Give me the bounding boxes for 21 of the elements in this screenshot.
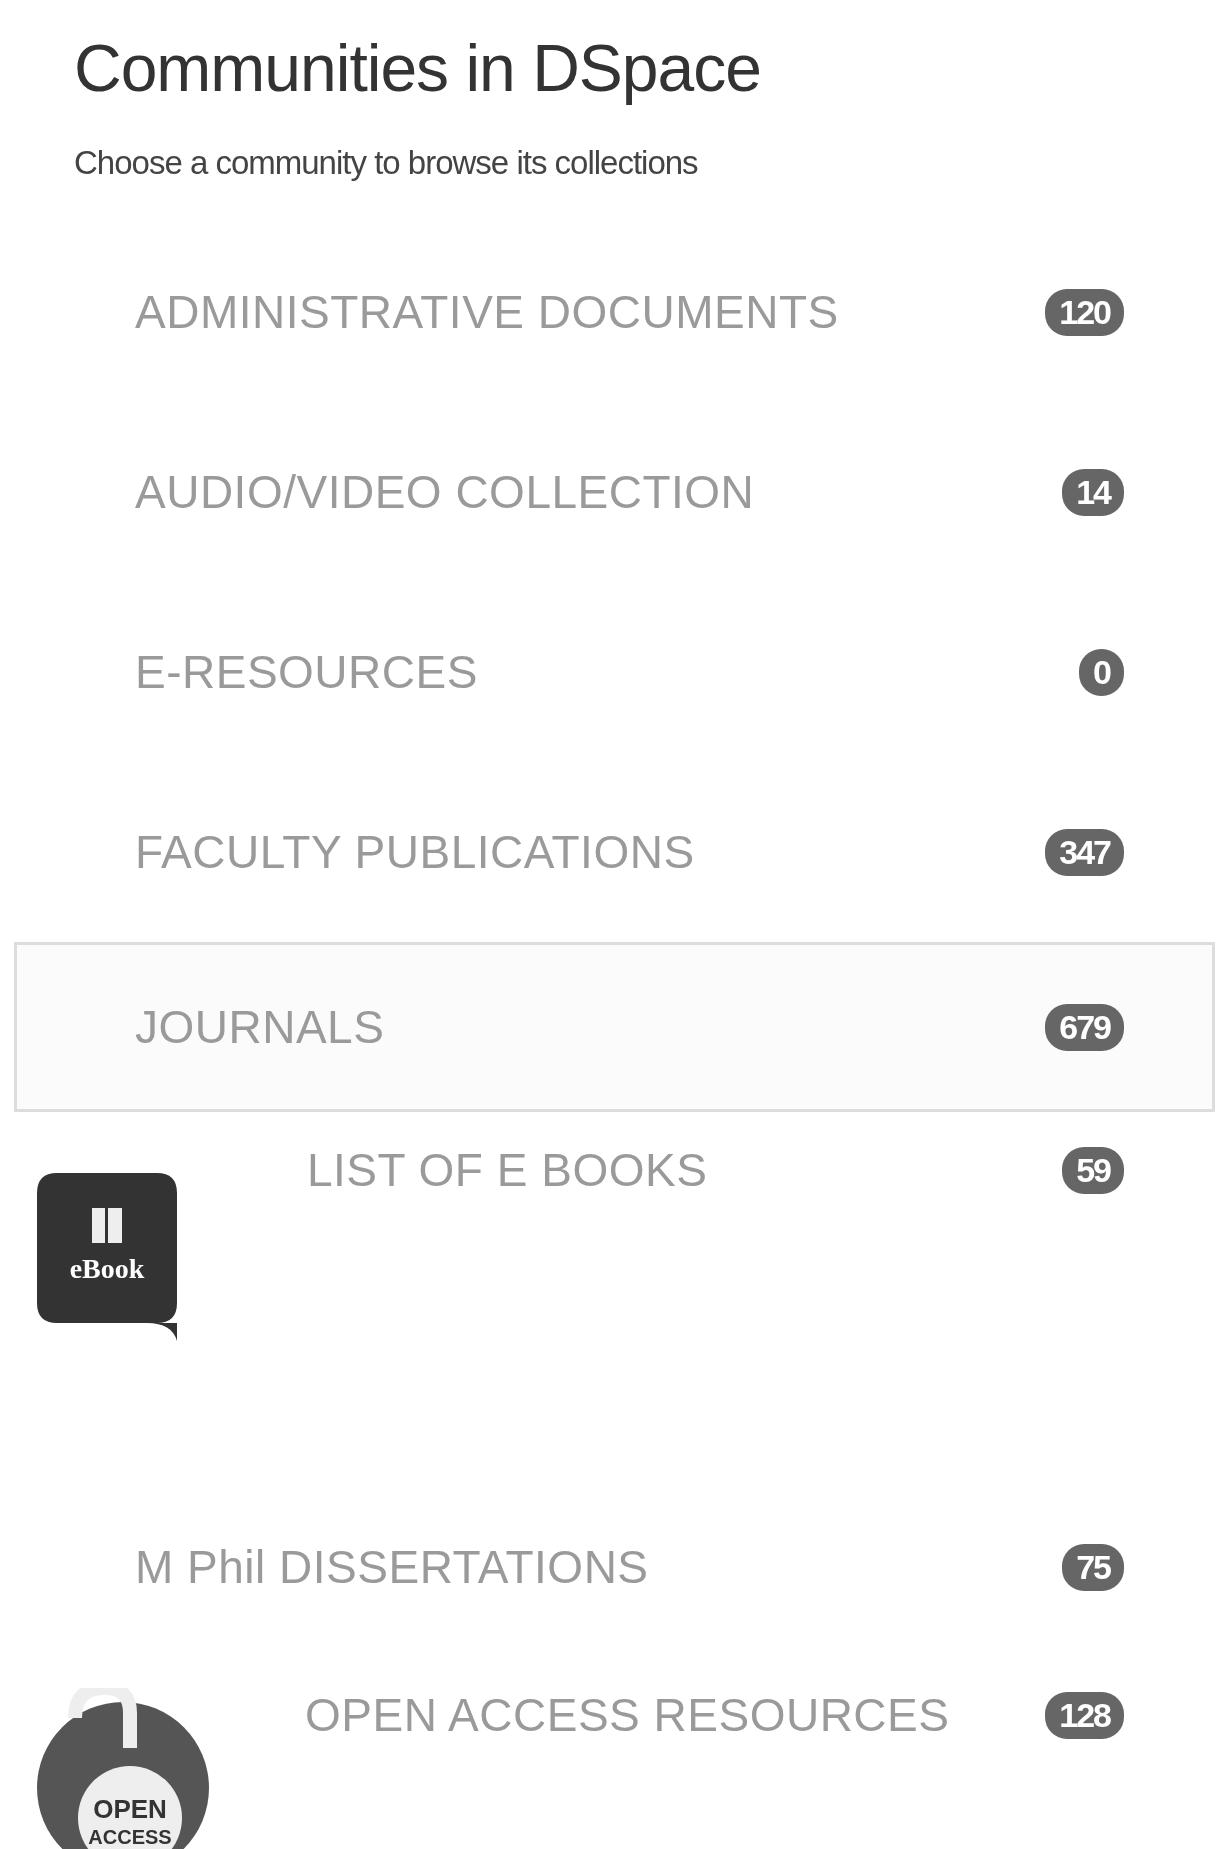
community-link[interactable]: FACULTY PUBLICATIONS xyxy=(135,825,695,879)
ebook-logo: eBook xyxy=(37,1173,177,1343)
community-link[interactable]: LIST OF E BOOKS xyxy=(307,1143,708,1197)
item-count: 75 xyxy=(1062,1543,1124,1591)
page-subtitle: Choose a community to browse its collections xyxy=(74,144,699,182)
community-link[interactable]: OPEN ACCESS RESOURCES xyxy=(305,1688,950,1742)
community-row[interactable]: JOURNALS 679 xyxy=(14,942,1215,1112)
community-link[interactable]: E-RESOURCES xyxy=(135,645,478,699)
item-count: 14 xyxy=(1062,468,1124,516)
community-link[interactable]: ADMINISTRATIVE DOCUMENTS xyxy=(135,285,839,339)
item-count: 0 xyxy=(1079,648,1124,696)
community-link[interactable]: JOURNALS xyxy=(135,1000,385,1054)
community-link[interactable]: M Phil DISSERTATIONS xyxy=(135,1540,649,1594)
community-link[interactable]: AUDIO/VIDEO COLLECTION xyxy=(135,465,755,519)
open-access-logo: OPEN ACCESS xyxy=(35,1688,211,1849)
item-count: 128 xyxy=(1045,1691,1124,1739)
item-count: 679 xyxy=(1045,1003,1124,1051)
item-count: 59 xyxy=(1062,1146,1124,1194)
page-title: Communities in DSpace xyxy=(74,30,762,106)
item-count: 120 xyxy=(1045,288,1124,336)
item-count: 347 xyxy=(1045,828,1124,876)
